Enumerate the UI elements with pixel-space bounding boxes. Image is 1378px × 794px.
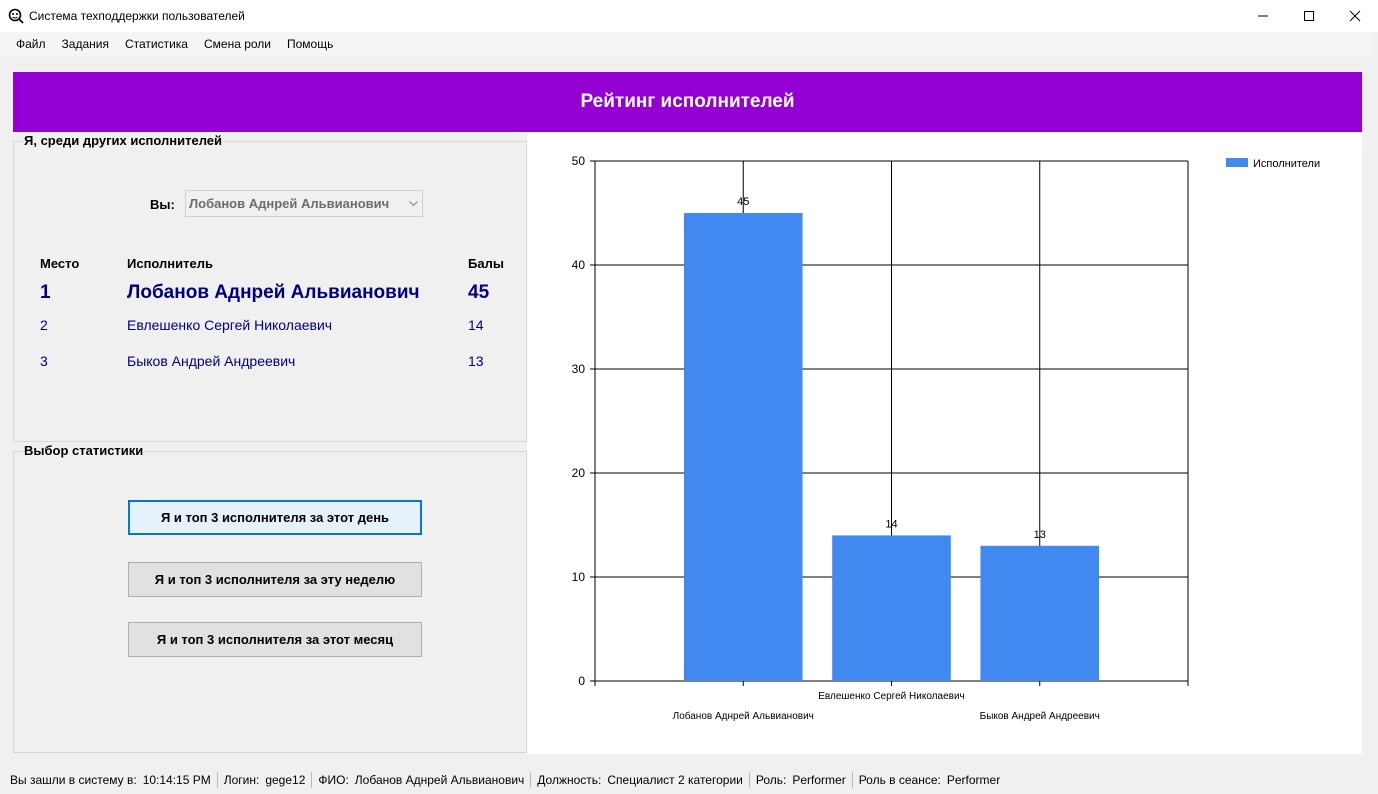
- bar-data-label: 14: [885, 518, 897, 530]
- status-login-time-label: Вы зашли в систему в:: [10, 773, 137, 787]
- status-position-value: Специалист 2 категории: [607, 773, 743, 787]
- rating-group: Я, среди других исполнителей Вы: Лобанов…: [13, 133, 527, 442]
- x-category-label: Быков Андрей Андреевич: [980, 711, 1100, 722]
- status-role: Роль: Performer: [750, 772, 853, 788]
- y-tick-label: 20: [572, 466, 586, 480]
- status-login: Логин: gege12: [218, 772, 313, 788]
- rating-row-2-place: 2: [40, 317, 48, 333]
- y-tick-label: 50: [572, 154, 586, 168]
- status-session-role: Роль в сеансе: Performer: [853, 772, 1007, 788]
- you-select-value: Лобанов Аднрей Альвианович: [189, 196, 390, 211]
- status-fio: ФИО: Лобанов Аднрей Альвианович: [312, 772, 532, 788]
- y-tick-label: 10: [572, 570, 586, 584]
- stats-month-button[interactable]: Я и топ 3 исполнителя за этот месяц: [128, 622, 422, 657]
- y-tick-label: 30: [572, 362, 586, 376]
- title-bar: Система техподдержки пользователей: [0, 0, 1378, 32]
- status-login-time: Вы зашли в систему в: 10:14:15 PM: [4, 772, 218, 788]
- rating-group-title: Я, среди других исполнителей: [23, 133, 224, 148]
- stats-week-button[interactable]: Я и топ 3 исполнителя за эту неделю: [128, 562, 422, 597]
- maximize-button[interactable]: [1286, 0, 1332, 32]
- bar: [832, 535, 951, 681]
- x-category-label: Евлешенко Сергей Николаевич: [818, 691, 964, 702]
- column-header-points: Балы: [468, 256, 504, 271]
- x-category-label: Лобанов Аднрей Альвианович: [673, 710, 814, 722]
- close-icon: [1349, 10, 1361, 22]
- status-fio-label: ФИО:: [318, 773, 349, 787]
- left-panel: Я, среди других исполнителей Вы: Лобанов…: [13, 133, 527, 754]
- rating-chart-area: 0 10 20 30 40 50 45 Лобанов Аднрей Альвианович 1…: [527, 133, 1362, 754]
- rating-row-3-place: 3: [40, 353, 48, 369]
- minimize-button[interactable]: [1240, 0, 1286, 32]
- status-session-role-label: Роль в сеансе:: [858, 773, 941, 787]
- rating-row-3-name: Быков Андрей Андреевич: [127, 353, 296, 369]
- bar-data-label: 45: [737, 196, 749, 208]
- maximize-icon: [1304, 11, 1314, 21]
- main-content: Рейтинг исполнителей Я, среди других исп…: [13, 72, 1362, 754]
- legend-swatch: [1226, 158, 1248, 167]
- status-position-label: Должность:: [537, 773, 602, 787]
- status-login-time-value: 10:14:15 PM: [142, 773, 211, 787]
- bar: [980, 545, 1100, 681]
- status-bar: Вы зашли в систему в: 10:14:15 PM Логин: g…: [0, 766, 1378, 794]
- page-header: Рейтинг исполнителей: [13, 72, 1362, 132]
- close-button[interactable]: [1332, 0, 1378, 32]
- status-session-role-value: Performer: [946, 773, 1001, 787]
- legend-label: Исполнители: [1253, 158, 1320, 170]
- rating-row-1-place: 1: [40, 282, 51, 303]
- rating-row-1-points: 45: [468, 282, 490, 303]
- status-role-value: Performer: [792, 773, 846, 787]
- status-login-value: gege12: [265, 773, 306, 787]
- stats-group-title: Выбор статистики: [23, 443, 145, 458]
- status-role-label: Роль:: [755, 773, 787, 787]
- bar-data-label: 13: [1034, 529, 1046, 541]
- chevron-down-icon: [404, 191, 422, 216]
- column-header-place: Место: [40, 256, 80, 271]
- menu-tasks[interactable]: Задания: [54, 32, 117, 56]
- y-tick-label: 0: [578, 674, 585, 688]
- rating-row-2-points: 14: [468, 317, 484, 333]
- you-label: Вы:: [150, 197, 175, 212]
- you-select[interactable]: Лобанов Аднрей Альвианович: [185, 190, 423, 217]
- minimize-icon: [1258, 15, 1268, 17]
- y-tick-label: 40: [572, 258, 586, 272]
- menu-change-role[interactable]: Смена роли: [196, 32, 279, 56]
- menu-file[interactable]: Файл: [8, 32, 54, 56]
- window-right-edge: [1372, 32, 1378, 794]
- rating-row-2-name: Евлешенко Сергей Николаевич: [127, 317, 333, 333]
- rating-row-1-name: Лобанов Аднрей Альвианович: [127, 282, 420, 303]
- menu-bar: Файл Задания Статистика Смена роли Помощ…: [0, 32, 1378, 56]
- rating-chart: 0 10 20 30 40 50 45 Лобанов Аднрей Альвианович 1…: [572, 154, 1320, 722]
- status-fio-value: Лобанов Аднрей Альвианович: [354, 773, 525, 787]
- rating-row-3-points: 13: [468, 353, 484, 369]
- bar: [683, 213, 803, 681]
- app-icon: [8, 8, 24, 24]
- menu-help[interactable]: Помощь: [279, 32, 341, 56]
- window-title: Система техподдержки пользователей: [29, 9, 245, 23]
- stats-group: Выбор статистики Я и топ 3 исполнителя з…: [13, 443, 527, 753]
- stats-day-button[interactable]: Я и топ 3 исполнителя за этот день: [128, 500, 422, 535]
- column-header-performer: Исполнитель: [127, 256, 213, 271]
- status-position: Должность: Специалист 2 категории: [531, 772, 750, 788]
- page-title: Рейтинг исполнителей: [580, 91, 795, 112]
- status-login-label: Логин:: [223, 773, 260, 787]
- menu-statistics[interactable]: Статистика: [117, 32, 196, 56]
